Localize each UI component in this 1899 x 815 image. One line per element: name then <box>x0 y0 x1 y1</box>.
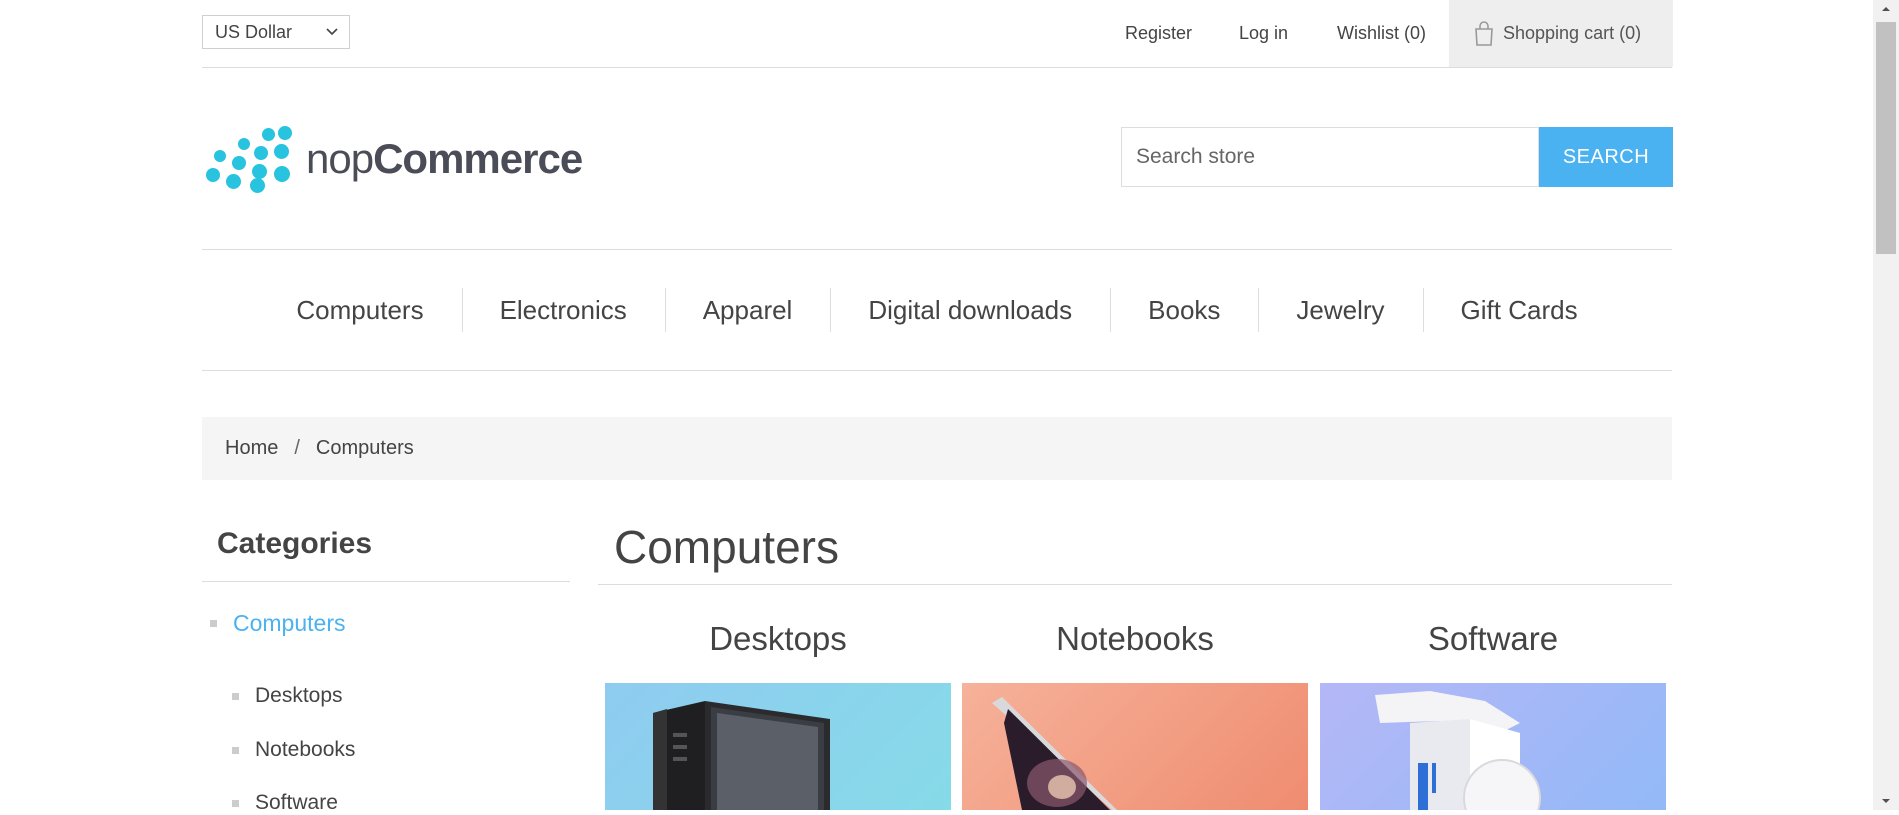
logo-suffix: Commerce <box>373 135 583 182</box>
breadcrumb-current: Computers <box>315 437 414 459</box>
breadcrumb-separator: / <box>294 437 300 459</box>
menu-item-digital-downloads[interactable]: Digital downloads <box>830 288 1110 332</box>
logo-prefix: nop <box>306 135 374 182</box>
currency-value: US Dollar <box>215 21 293 42</box>
scroll-down-arrow-icon[interactable] <box>1873 792 1899 810</box>
software-box-icon <box>1375 691 1541 810</box>
sidebar-item-computers[interactable]: Computers <box>210 610 345 637</box>
menu-item-apparel[interactable]: Apparel <box>664 288 831 332</box>
category-title-software[interactable]: Software <box>1320 620 1666 658</box>
search-button[interactable]: SEARCH <box>1539 127 1673 187</box>
sidebar-item-notebooks[interactable]: Notebooks <box>232 738 355 762</box>
category-image-notebooks[interactable] <box>962 683 1308 810</box>
currency-selector[interactable]: US Dollar <box>202 15 350 49</box>
store-logo[interactable]: nopCommerce <box>204 126 583 193</box>
menu-bottom-divider <box>202 370 1672 371</box>
shopping-bag-icon <box>1475 20 1493 46</box>
laptop-icon <box>992 697 1117 810</box>
sidebar-item-label: Desktops <box>255 684 343 707</box>
register-link[interactable]: Register <box>1125 20 1192 46</box>
wishlist-link[interactable]: Wishlist (0) <box>1337 20 1426 46</box>
scrollbar-thumb[interactable] <box>1876 22 1896 254</box>
bullet-icon <box>232 799 239 807</box>
logo-wordmark: nopCommerce <box>306 135 583 182</box>
sidebar-title: Categories <box>217 527 373 560</box>
chevron-down-icon <box>326 28 338 36</box>
menu-item-jewelry[interactable]: Jewelry <box>1258 288 1422 332</box>
header-divider <box>202 67 1672 68</box>
login-link[interactable]: Log in <box>1239 20 1288 46</box>
page-title-divider <box>598 584 1672 585</box>
scroll-up-arrow-icon[interactable] <box>1873 0 1899 18</box>
sidebar-item-label: Computers <box>233 610 346 636</box>
sidebar-item-label: Notebooks <box>255 738 356 761</box>
category-title-desktops[interactable]: Desktops <box>605 620 951 658</box>
sidebar-item-software[interactable]: Software <box>232 791 338 815</box>
category-title-notebooks[interactable]: Notebooks <box>962 620 1308 658</box>
menu-item-computers[interactable]: Computers <box>258 288 461 332</box>
shopping-cart-label: Shopping cart (0) <box>1503 23 1642 43</box>
top-menu: Computers Electronics Apparel Digital do… <box>202 250 1672 370</box>
breadcrumb-home-link[interactable]: Home <box>225 437 278 460</box>
menu-item-gift-cards[interactable]: Gift Cards <box>1422 288 1616 332</box>
shopping-cart-link[interactable]: Shopping cart (0) <box>1449 0 1673 67</box>
bullet-icon <box>232 692 239 700</box>
sidebar-divider <box>202 581 570 582</box>
menu-item-books[interactable]: Books <box>1110 288 1258 332</box>
logo-dots-icon <box>204 126 294 193</box>
sidebar-item-label: Software <box>255 791 338 814</box>
search-input[interactable] <box>1121 127 1539 187</box>
bullet-icon <box>210 620 217 627</box>
sidebar-item-desktops[interactable]: Desktops <box>232 684 343 708</box>
desktop-computer-icon <box>653 701 830 810</box>
breadcrumb: Home / Computers <box>202 417 1672 480</box>
page-title: Computers <box>614 521 839 573</box>
bullet-icon <box>232 746 239 754</box>
category-image-software[interactable] <box>1320 683 1666 810</box>
menu-item-electronics[interactable]: Electronics <box>461 288 665 332</box>
category-image-desktops[interactable] <box>605 683 951 810</box>
